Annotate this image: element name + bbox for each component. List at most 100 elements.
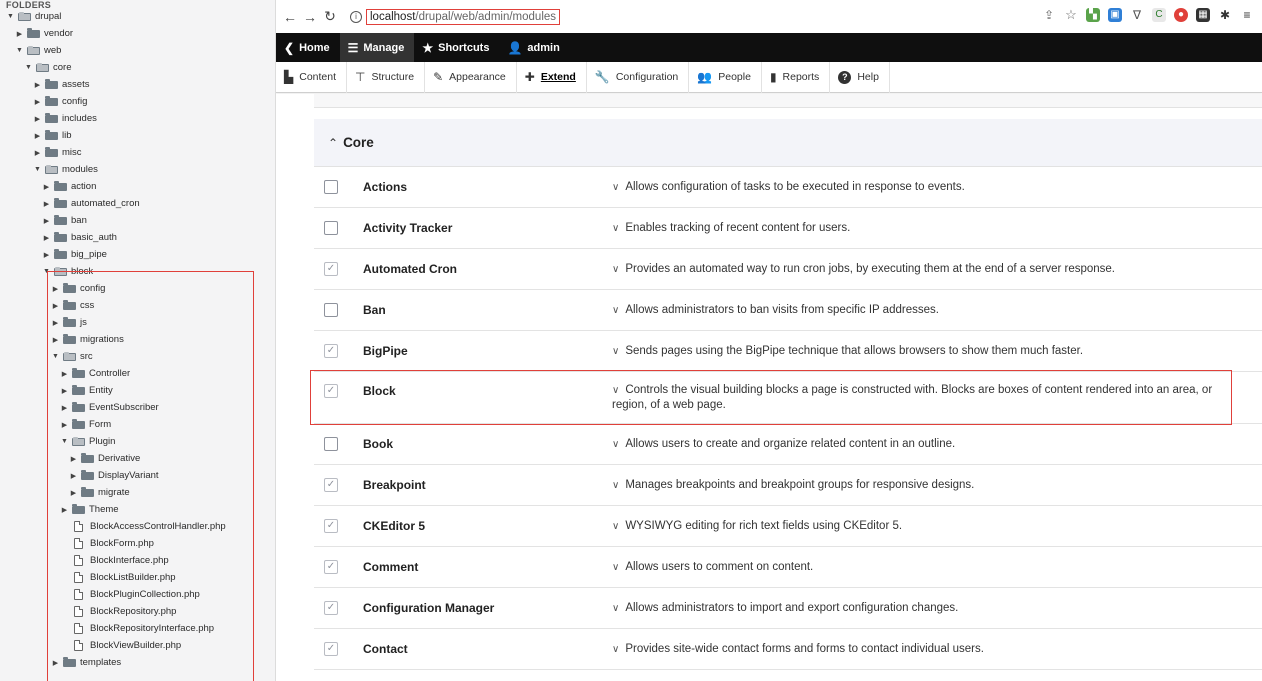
- module-checkbox[interactable]: [324, 303, 338, 317]
- collapsed-arrow-icon[interactable]: ▶: [42, 217, 51, 225]
- module-name[interactable]: Ban: [363, 303, 386, 317]
- collapsed-arrow-icon[interactable]: ▶: [42, 200, 51, 208]
- share-icon[interactable]: ⇪: [1042, 8, 1056, 22]
- module-checkbox[interactable]: [324, 221, 338, 235]
- collapsed-arrow-icon[interactable]: ▶: [33, 81, 42, 89]
- toolbar-manage[interactable]: ☰ Manage: [339, 33, 415, 62]
- module-description-toggle[interactable]: ∨ Allows users to comment on content.: [612, 560, 1238, 575]
- tray-item-structure[interactable]: ⊤ Structure: [347, 61, 426, 93]
- module-name[interactable]: Activity Tracker: [363, 221, 452, 235]
- tree-folder[interactable]: ▶ big_pipe: [0, 246, 107, 263]
- tree-folder[interactable]: ▶ assets: [0, 76, 89, 93]
- extension-v-icon[interactable]: ∇: [1130, 8, 1144, 22]
- reload-icon[interactable]: ↻: [320, 8, 340, 25]
- module-checkbox[interactable]: ✓: [324, 519, 338, 533]
- module-name[interactable]: Breakpoint: [363, 478, 426, 492]
- screen: FOLDERS ▼ drupal ▶ vendor ▼ web ▼ core ▶ assets ▶ c…: [0, 0, 1262, 681]
- module-description-toggle[interactable]: ∨ Allows administrators to import and exp…: [612, 601, 1238, 616]
- module-description: Manages breakpoints and breakpoint group…: [625, 479, 975, 491]
- tree-folder[interactable]: ▶ action: [0, 178, 96, 195]
- extension-green-icon[interactable]: ▚: [1086, 8, 1100, 22]
- chevron-down-icon: ∨: [612, 223, 620, 234]
- url-highlight[interactable]: localhost/drupal/web/admin/modules: [366, 9, 561, 25]
- tray-item-extend[interactable]: ✚ Extend: [517, 61, 587, 93]
- expanded-arrow-icon[interactable]: ▼: [6, 13, 15, 20]
- section-core-header[interactable]: ⌃ Core: [314, 119, 1262, 167]
- module-description-toggle[interactable]: ∨ Allows users to create and organize rel…: [612, 437, 1238, 452]
- tray-item-content[interactable]: ▙ Content: [276, 61, 348, 93]
- extensions-puzzle-icon[interactable]: ✱: [1218, 8, 1232, 22]
- module-description-toggle[interactable]: ∨ Enables tracking of recent content for …: [612, 221, 1238, 236]
- tree-folder[interactable]: ▼ core: [0, 59, 71, 76]
- module-checkbox[interactable]: ✓: [324, 478, 338, 492]
- address-bar[interactable]: i localhost/drupal/web/admin/modules: [350, 7, 561, 27]
- module-name[interactable]: BigPipe: [363, 344, 408, 358]
- info-icon[interactable]: i: [350, 11, 362, 23]
- toolbar-user[interactable]: 👤 admin: [499, 33, 569, 62]
- module-name[interactable]: CKEditor 5: [363, 519, 425, 533]
- module-checkbox[interactable]: ✓: [324, 642, 338, 656]
- collapsed-arrow-icon[interactable]: ▶: [33, 98, 42, 106]
- collapsed-arrow-icon[interactable]: ▶: [15, 30, 24, 38]
- tree-folder[interactable]: ▼ modules: [0, 161, 98, 178]
- module-checkbox[interactable]: ✓: [324, 601, 338, 615]
- module-description-toggle[interactable]: ∨ WYSIWYG editing for rich text fields us…: [612, 519, 1238, 534]
- extension-blue-icon[interactable]: ▣: [1108, 8, 1122, 22]
- tray-item-appearance[interactable]: ✎ Appearance: [425, 61, 517, 93]
- expanded-arrow-icon[interactable]: ▼: [24, 64, 33, 71]
- collapsed-arrow-icon[interactable]: ▶: [33, 115, 42, 123]
- tray-item-help[interactable]: ? Help: [830, 61, 890, 93]
- module-description-toggle[interactable]: ∨ Allows configuration of tasks to be exe…: [612, 180, 1238, 195]
- module-description-toggle[interactable]: ∨ Manages breakpoints and breakpoint grou…: [612, 478, 1238, 493]
- folder-open-icon: [18, 11, 31, 21]
- tree-folder[interactable]: ▶ lib: [0, 127, 72, 144]
- tree-folder[interactable]: ▶ basic_auth: [0, 229, 117, 246]
- tray-item-people[interactable]: 👥 People: [689, 61, 762, 93]
- module-name[interactable]: Comment: [363, 560, 418, 574]
- expanded-arrow-icon[interactable]: ▼: [33, 166, 42, 173]
- toolbar-home[interactable]: ❮ Home: [276, 33, 340, 62]
- collapsed-arrow-icon[interactable]: ▶: [42, 251, 51, 259]
- bookmark-star-icon[interactable]: ☆: [1064, 8, 1078, 22]
- module-checkbox[interactable]: ✓: [324, 344, 338, 358]
- module-description-toggle[interactable]: ∨ Sends pages using the BigPipe technique…: [612, 344, 1238, 359]
- module-checkbox[interactable]: ✓: [324, 560, 338, 574]
- tree-folder[interactable]: ▶ vendor: [0, 25, 73, 42]
- module-name[interactable]: Configuration Manager: [363, 601, 494, 615]
- tree-folder[interactable]: ▶ includes: [0, 110, 97, 127]
- module-checkbox[interactable]: [324, 180, 338, 194]
- tree-folder[interactable]: ▶ ban: [0, 212, 87, 229]
- forward-icon[interactable]: →: [300, 9, 320, 25]
- toolbar-shortcuts[interactable]: ★ Shortcuts: [414, 33, 499, 62]
- chevron-down-icon: ∨: [612, 305, 620, 316]
- module-description-toggle[interactable]: ∨ Provides an automated way to run cron j…: [612, 262, 1238, 277]
- module-checkbox[interactable]: [324, 437, 338, 451]
- tree-folder[interactable]: ▶ misc: [0, 144, 82, 161]
- collapsed-arrow-icon[interactable]: ▶: [33, 132, 42, 140]
- tree-folder[interactable]: ▶ config: [0, 93, 87, 110]
- extension-dark-icon[interactable]: ▦: [1196, 8, 1210, 22]
- tree-folder[interactable]: ▼ drupal: [0, 8, 61, 25]
- module-name[interactable]: Actions: [363, 180, 407, 194]
- extension-red-icon[interactable]: ●: [1174, 8, 1188, 22]
- tree-folder[interactable]: ▶ automated_cron: [0, 195, 140, 212]
- tree-folder[interactable]: ▼ web: [0, 42, 61, 59]
- folder-icon: [45, 95, 58, 106]
- module-name[interactable]: Book: [363, 437, 393, 451]
- tree-item-label: web: [44, 45, 62, 56]
- module-description-toggle[interactable]: ∨ Provides site-wide contact forms and fo…: [612, 642, 1238, 657]
- module-name[interactable]: Automated Cron: [363, 262, 457, 276]
- collapsed-arrow-icon[interactable]: ▶: [42, 234, 51, 242]
- reading-list-icon[interactable]: ≡: [1240, 8, 1254, 22]
- collapsed-arrow-icon[interactable]: ▶: [33, 149, 42, 157]
- collapsed-arrow-icon[interactable]: ▶: [42, 183, 51, 191]
- module-description-toggle[interactable]: ∨ Allows administrators to ban visits fro…: [612, 303, 1238, 318]
- module-checkbox[interactable]: ✓: [324, 262, 338, 276]
- toolbar-manage-label: Manage: [363, 41, 405, 54]
- extension-c-icon[interactable]: C: [1152, 8, 1166, 22]
- tray-item-configuration[interactable]: 🔧 Configuration: [587, 61, 690, 93]
- expanded-arrow-icon[interactable]: ▼: [15, 47, 24, 54]
- back-icon[interactable]: ←: [280, 9, 300, 25]
- tray-item-reports[interactable]: ▮ Reports: [762, 61, 831, 93]
- module-name[interactable]: Contact: [363, 642, 408, 656]
